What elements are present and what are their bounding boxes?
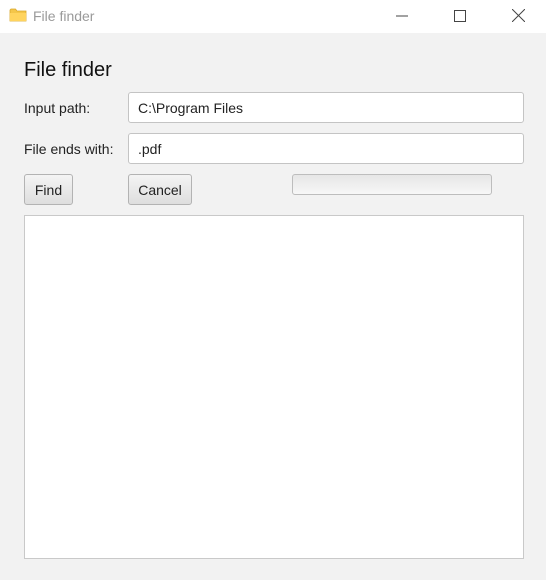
- input-path-label: Input path:: [24, 100, 91, 116]
- file-ends-field[interactable]: [128, 133, 524, 164]
- minimize-icon: [396, 15, 408, 16]
- results-area[interactable]: [24, 215, 524, 559]
- find-button[interactable]: Find: [24, 174, 73, 205]
- close-button[interactable]: [489, 0, 546, 31]
- window-title: File finder: [33, 8, 95, 24]
- input-path-field[interactable]: [128, 92, 524, 123]
- maximize-button[interactable]: [431, 0, 489, 31]
- file-ends-label: File ends with:: [24, 141, 114, 157]
- close-icon: [511, 9, 525, 22]
- page-title: File finder: [24, 59, 112, 81]
- minimize-button[interactable]: [373, 0, 431, 31]
- progress-bar: [292, 174, 492, 195]
- cancel-button[interactable]: Cancel: [128, 174, 192, 205]
- folder-icon: [9, 8, 27, 22]
- title-bar: File finder: [0, 0, 546, 33]
- maximize-icon: [454, 9, 466, 22]
